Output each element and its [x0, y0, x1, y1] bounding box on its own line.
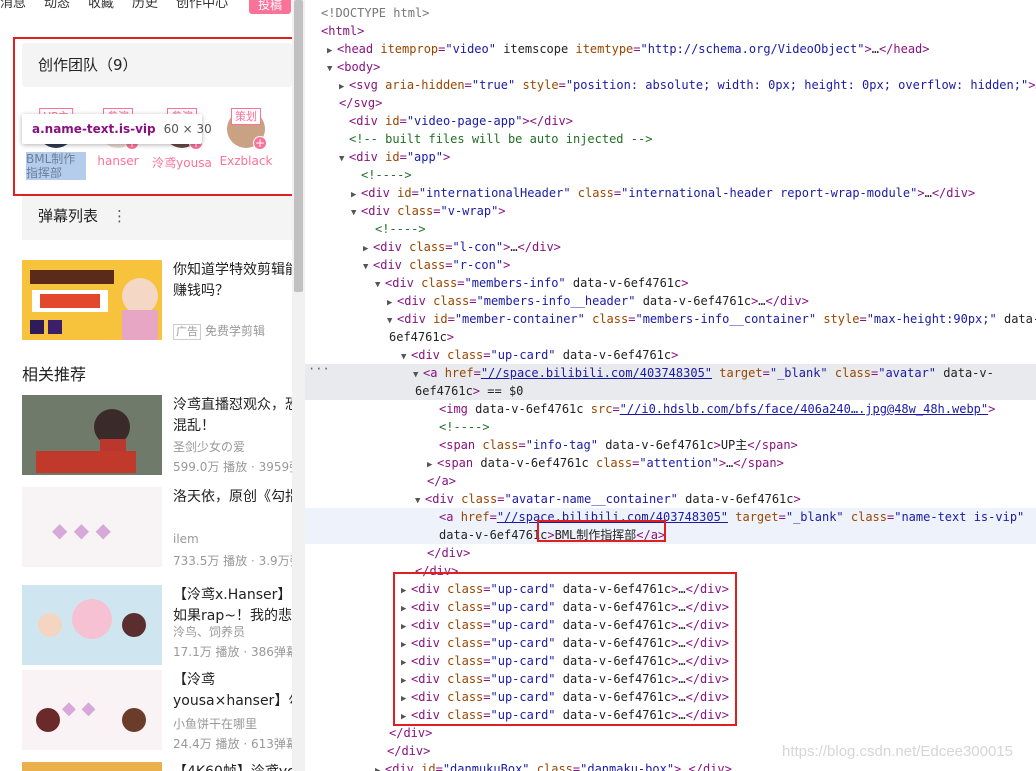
danmaku-title: 弹幕列表: [38, 207, 99, 225]
annotation-box-upcards: [393, 572, 737, 726]
dom-node-line[interactable]: ▶ <div class="l-con">…</div>: [305, 238, 1036, 256]
related-item[interactable]: 【泠鸢x.Hanser】如果rap~！我的悲伤是水 泠鸟、饲养员 17.1万 播…: [22, 585, 292, 665]
dom-node-line[interactable]: <!---->: [305, 166, 1036, 184]
expand-toggle-icon[interactable]: ▶: [375, 762, 385, 771]
dom-node-line[interactable]: ▼ <div class="avatar-name__container" dat…: [305, 490, 1036, 508]
dom-node-line[interactable]: ▶ <div id="danmukuBox" class="danmaku-box…: [305, 760, 1036, 771]
dom-node-line[interactable]: 6ef4761c>: [305, 328, 1036, 346]
ad-title[interactable]: 你知道学特效剪辑能赚钱吗？: [173, 260, 292, 302]
video-author[interactable]: 小鱼饼干在哪里: [173, 715, 257, 732]
video-title[interactable]: 洛天依，原创《勾指起誓》: [173, 487, 292, 508]
video-thumbnail[interactable]: [22, 585, 162, 665]
dom-node-line[interactable]: </a>: [305, 472, 1036, 490]
video-thumbnail[interactable]: [22, 762, 162, 771]
dom-node-line[interactable]: ▶ <svg aria-hidden="true" style="position…: [305, 76, 1036, 94]
related-item[interactable]: 【4K60帧】泠鸢yousa: [22, 762, 292, 771]
video-title[interactable]: 泠鸢直播怼观众，恐混乱！: [173, 395, 292, 437]
nav-creator-center[interactable]: 创作中心: [176, 0, 228, 11]
video-stats: 24.4万 播放 · 613弹幕: [173, 737, 292, 751]
related-item[interactable]: 泠鸢直播怼观众，恐混乱！ 圣剑少女の爱 599.0万 播放 · 3959弹: [22, 395, 292, 475]
nav-favorites[interactable]: 收藏: [88, 0, 114, 11]
ad-source: 广告 免费学剪辑: [173, 322, 265, 340]
video-title[interactable]: 【泠鸢yousa×hanser】勾指起誓合唱（双声道）: [173, 670, 292, 712]
dom-node-line[interactable]: 6ef4761c> == $0: [305, 382, 1036, 400]
annotation-box-name-text: [537, 520, 666, 542]
video-thumbnail[interactable]: ◆ ◆: [22, 670, 162, 750]
related-item[interactable]: ◆ ◆ ◆ 洛天依，原创《勾指起誓》 ilem 733.5万 播放 · 3.9万…: [22, 487, 292, 568]
video-title[interactable]: 【4K60帧】泠鸢yousa: [173, 762, 292, 771]
page-scrollbar-thumb[interactable]: [294, 0, 303, 292]
dom-node-line[interactable]: ▼ <div class="members-info" data-v-6ef476…: [305, 274, 1036, 292]
dom-node-line[interactable]: ▼ <div class="r-con">: [305, 256, 1036, 274]
ad-item[interactable]: 你知道学特效剪辑能赚钱吗？ 广告 免费学剪辑: [22, 260, 292, 340]
dom-node-line[interactable]: ▼ <body>: [305, 58, 1036, 76]
dom-node-line[interactable]: ▼ <a href="//space.bilibili.com/403748305…: [305, 364, 1036, 382]
dom-node-line[interactable]: ▼ <div class="up-card" data-v-6ef4761c>: [305, 346, 1036, 364]
video-title[interactable]: 【泠鸢x.Hanser】如果rap~！我的悲伤是水: [173, 585, 292, 627]
dom-node-line[interactable]: </div>: [305, 544, 1036, 562]
dom-node-line[interactable]: ▼ <div id="member-container" class="membe…: [305, 310, 1036, 328]
upload-button[interactable]: 投稿: [249, 0, 291, 14]
nav-dynamics[interactable]: 动态: [44, 0, 70, 11]
dom-node-line[interactable]: <!DOCTYPE html>: [305, 4, 1036, 22]
dom-node-line[interactable]: <!-- built files will be auto injected -…: [305, 130, 1036, 148]
dom-node-line[interactable]: ▼ <div class="v-wrap">: [305, 202, 1036, 220]
ad-thumbnail[interactable]: [22, 260, 162, 340]
more-options-icon[interactable]: ⋮: [112, 207, 127, 225]
dom-node-line[interactable]: <html>: [305, 22, 1036, 40]
dom-node-line[interactable]: ▶ <div id="internationalHeader" class="in…: [305, 184, 1036, 202]
video-thumbnail[interactable]: ◆ ◆ ◆: [22, 487, 162, 567]
video-stats: 599.0万 播放 · 3959弹: [173, 460, 292, 474]
svg-text:◆ ◆ ◆: ◆ ◆ ◆: [52, 518, 111, 542]
video-thumbnail[interactable]: [22, 395, 162, 475]
danmaku-list-header[interactable]: 弹幕列表 ⋮: [22, 196, 292, 240]
video-author[interactable]: ilem: [173, 532, 199, 546]
related-item[interactable]: ◆ ◆ 【泠鸢yousa×hanser】勾指起誓合唱（双声道） 小鱼饼干在哪里 …: [22, 670, 292, 751]
ad-source-name: 免费学剪辑: [205, 324, 266, 338]
dom-node-line[interactable]: </svg>: [305, 94, 1036, 112]
dom-node-line[interactable]: <div id="video-page-app"></div>: [305, 112, 1036, 130]
dom-node-line[interactable]: ▶ <span data-v-6ef4761c class="attention"…: [305, 454, 1036, 472]
dom-node-line[interactable]: <img data-v-6ef4761c src="//i0.hdslb.com…: [305, 400, 1036, 418]
video-author[interactable]: 圣剑少女の爱: [173, 438, 245, 455]
dom-node-line[interactable]: <!---->: [305, 418, 1036, 436]
dom-node-line[interactable]: ▼ <div id="app">: [305, 148, 1036, 166]
nav-messages[interactable]: 消息: [0, 0, 26, 11]
dom-node-line[interactable]: <span class="info-tag" data-v-6ef4761c>U…: [305, 436, 1036, 454]
dom-node-line[interactable]: ▶ <head itemprop="video" itemscope itemty…: [305, 40, 1036, 58]
dom-node-line[interactable]: <a href="//space.bilibili.com/403748305"…: [305, 508, 1036, 526]
dom-node-line[interactable]: </div>: [305, 724, 1036, 742]
related-section-title: 相关推荐: [22, 365, 87, 384]
video-stats: 733.5万 播放 · 3.9万弹: [173, 554, 292, 568]
watermark: https://blog.csdn.net/Edcee300015: [782, 743, 1014, 760]
dom-node-line[interactable]: <!---->: [305, 220, 1036, 238]
ad-badge: 广告: [173, 324, 201, 340]
dom-node-line[interactable]: data-v-6ef4761c>BML制作指挥部</a>: [305, 526, 1036, 544]
video-author[interactable]: 泠鸟、饲养员: [173, 623, 245, 640]
dom-node-line[interactable]: ▶ <div class="members-info__header" data-…: [305, 292, 1036, 310]
svg-text:◆ ◆: ◆ ◆: [62, 698, 96, 719]
video-stats: 17.1万 播放 · 386弹幕: [173, 645, 292, 659]
annotation-box-team: [13, 37, 300, 196]
nav-history[interactable]: 历史: [132, 0, 158, 11]
node-actions-icon[interactable]: ···: [308, 362, 330, 376]
